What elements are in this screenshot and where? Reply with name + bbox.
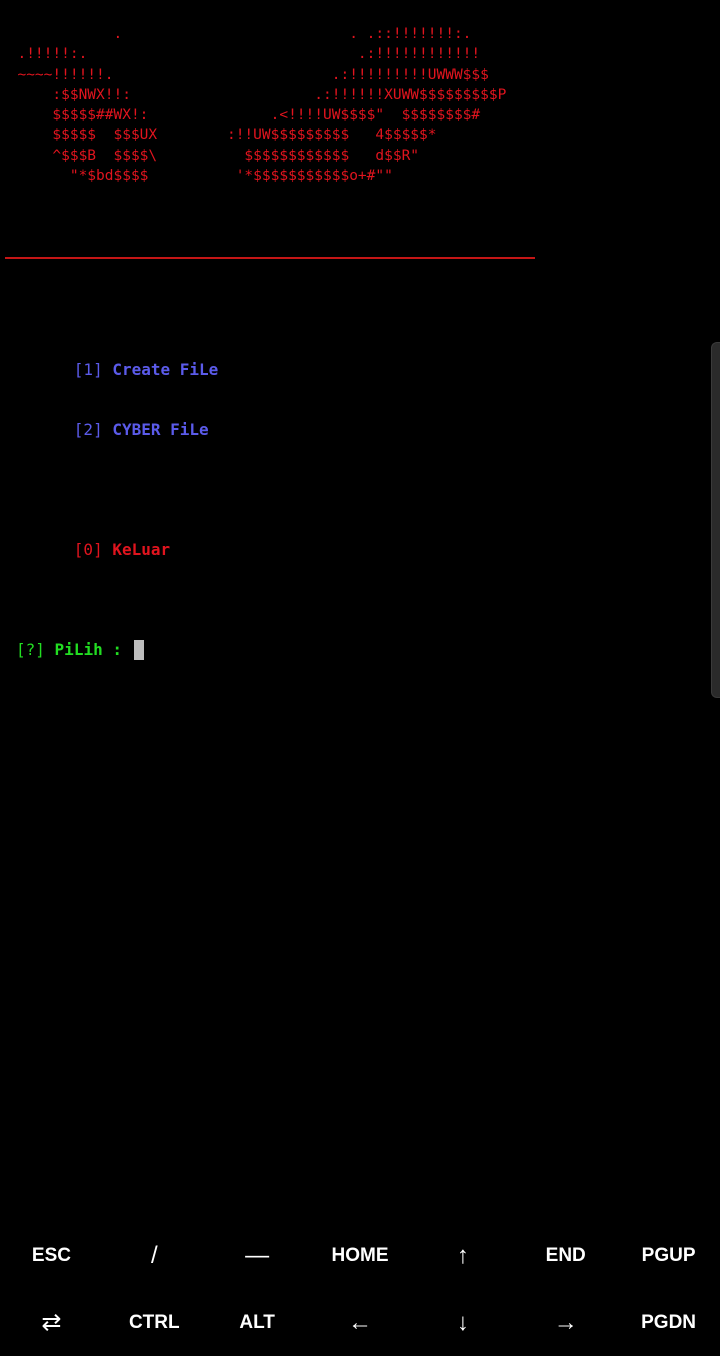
menu-item-label: CYBER FiLe xyxy=(112,420,209,439)
pgdn-key[interactable]: PGDN xyxy=(617,1289,720,1356)
dash-key[interactable]: — xyxy=(206,1222,309,1289)
menu-item-key: [1] xyxy=(73,360,103,379)
alt-key[interactable]: ALT xyxy=(206,1289,309,1356)
esc-key[interactable]: ESC xyxy=(0,1222,103,1289)
tab-icon[interactable]: ⇄ xyxy=(0,1289,103,1356)
menu-exit-key: [0] xyxy=(73,540,103,559)
extra-keys-row-2: ⇄ CTRL ALT ← ↓ → PGDN xyxy=(0,1289,720,1356)
menu-item-key: [2] xyxy=(73,420,103,439)
menu-exit-label: KeLuar xyxy=(112,540,171,559)
text-cursor xyxy=(133,640,144,660)
arrow-up-icon[interactable]: ↑ xyxy=(411,1222,514,1289)
terminal-screen[interactable]: . . .::!!!!!!!:. .!!!!!:. .:!!!!!!!!!!!!… xyxy=(0,0,720,1230)
menu-item-create-file: [1] Create FiLe xyxy=(16,340,219,379)
choice-prompt[interactable]: [?] PiLih : xyxy=(16,640,218,660)
prompt-key: [?] xyxy=(16,640,45,659)
pgup-key[interactable]: PGUP xyxy=(617,1222,720,1289)
home-key[interactable]: HOME xyxy=(309,1222,412,1289)
arrow-down-icon[interactable]: ↓ xyxy=(411,1289,514,1356)
slash-key[interactable]: / xyxy=(103,1222,206,1289)
divider-line xyxy=(5,257,535,259)
extra-keys-row-1: ESC / — HOME ↑ END PGUP xyxy=(0,1222,720,1289)
menu-item-exit: [0] KeLuar xyxy=(16,520,218,559)
arrow-left-icon[interactable]: ← xyxy=(309,1289,412,1356)
prompt-label: PiLih : xyxy=(54,640,122,659)
menu: [1] Create FiLe [2] CYBER FiLe [0] KeLua… xyxy=(16,300,218,700)
menu-item-label: Create FiLe xyxy=(112,360,219,379)
ascii-banner: . . .::!!!!!!!:. .!!!!!:. .:!!!!!!!!!!!!… xyxy=(17,26,507,185)
menu-item-cyber-file: [2] CYBER FiLe xyxy=(16,400,218,439)
arrow-right-icon[interactable]: → xyxy=(514,1289,617,1356)
end-key[interactable]: END xyxy=(514,1222,617,1289)
extra-keys-bar: ESC / — HOME ↑ END PGUP ⇄ CTRL ALT ← ↓ →… xyxy=(0,1222,720,1356)
ctrl-key[interactable]: CTRL xyxy=(103,1289,206,1356)
drawer-handle[interactable] xyxy=(711,342,720,698)
